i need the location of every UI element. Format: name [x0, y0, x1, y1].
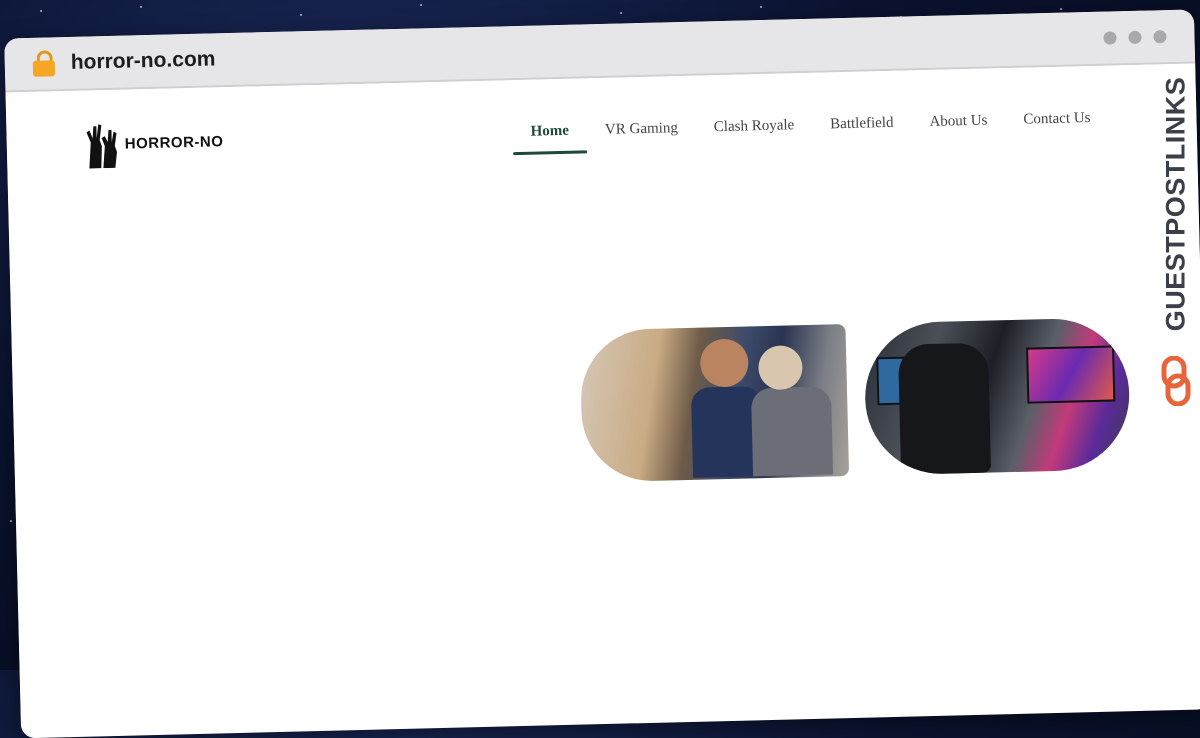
nav-item-contact-us[interactable]: Contact Us	[1005, 104, 1109, 144]
nav-item-clash-royale[interactable]: Clash Royale	[696, 111, 813, 151]
logo-text: HORROR-NO	[124, 132, 224, 153]
browser-window: horror-no.com HORROR-NO Home VR Gaming C…	[4, 9, 1200, 738]
nav-item-home[interactable]: Home	[512, 116, 587, 155]
hero-photo-family-gaming	[579, 324, 850, 483]
window-controls	[1103, 29, 1167, 45]
nav-item-about-us[interactable]: About Us	[911, 106, 1006, 145]
nav-item-vr-gaming[interactable]: VR Gaming	[587, 114, 697, 154]
main-navigation: Home VR Gaming Clash Royale Battlefield …	[512, 104, 1109, 156]
watermark: GUESTPOSTLINKS	[1156, 54, 1196, 406]
nav-item-battlefield[interactable]: Battlefield	[812, 108, 912, 147]
site-logo[interactable]: HORROR-NO	[84, 117, 224, 169]
window-dot-1[interactable]	[1103, 30, 1117, 45]
zombie-hands-icon	[86, 124, 117, 169]
window-dot-3[interactable]	[1153, 29, 1167, 43]
lock-icon	[32, 50, 56, 77]
page-content: HORROR-NO Home VR Gaming Clash Royale Ba…	[5, 63, 1200, 733]
window-dot-2[interactable]	[1128, 30, 1142, 44]
watermark-text: GUESTPOSTLINKS	[1160, 76, 1191, 332]
address-bar-url[interactable]: horror-no.com	[70, 47, 215, 75]
hero-photo-gaming-room	[863, 317, 1132, 476]
chain-link-icon	[1161, 356, 1191, 406]
